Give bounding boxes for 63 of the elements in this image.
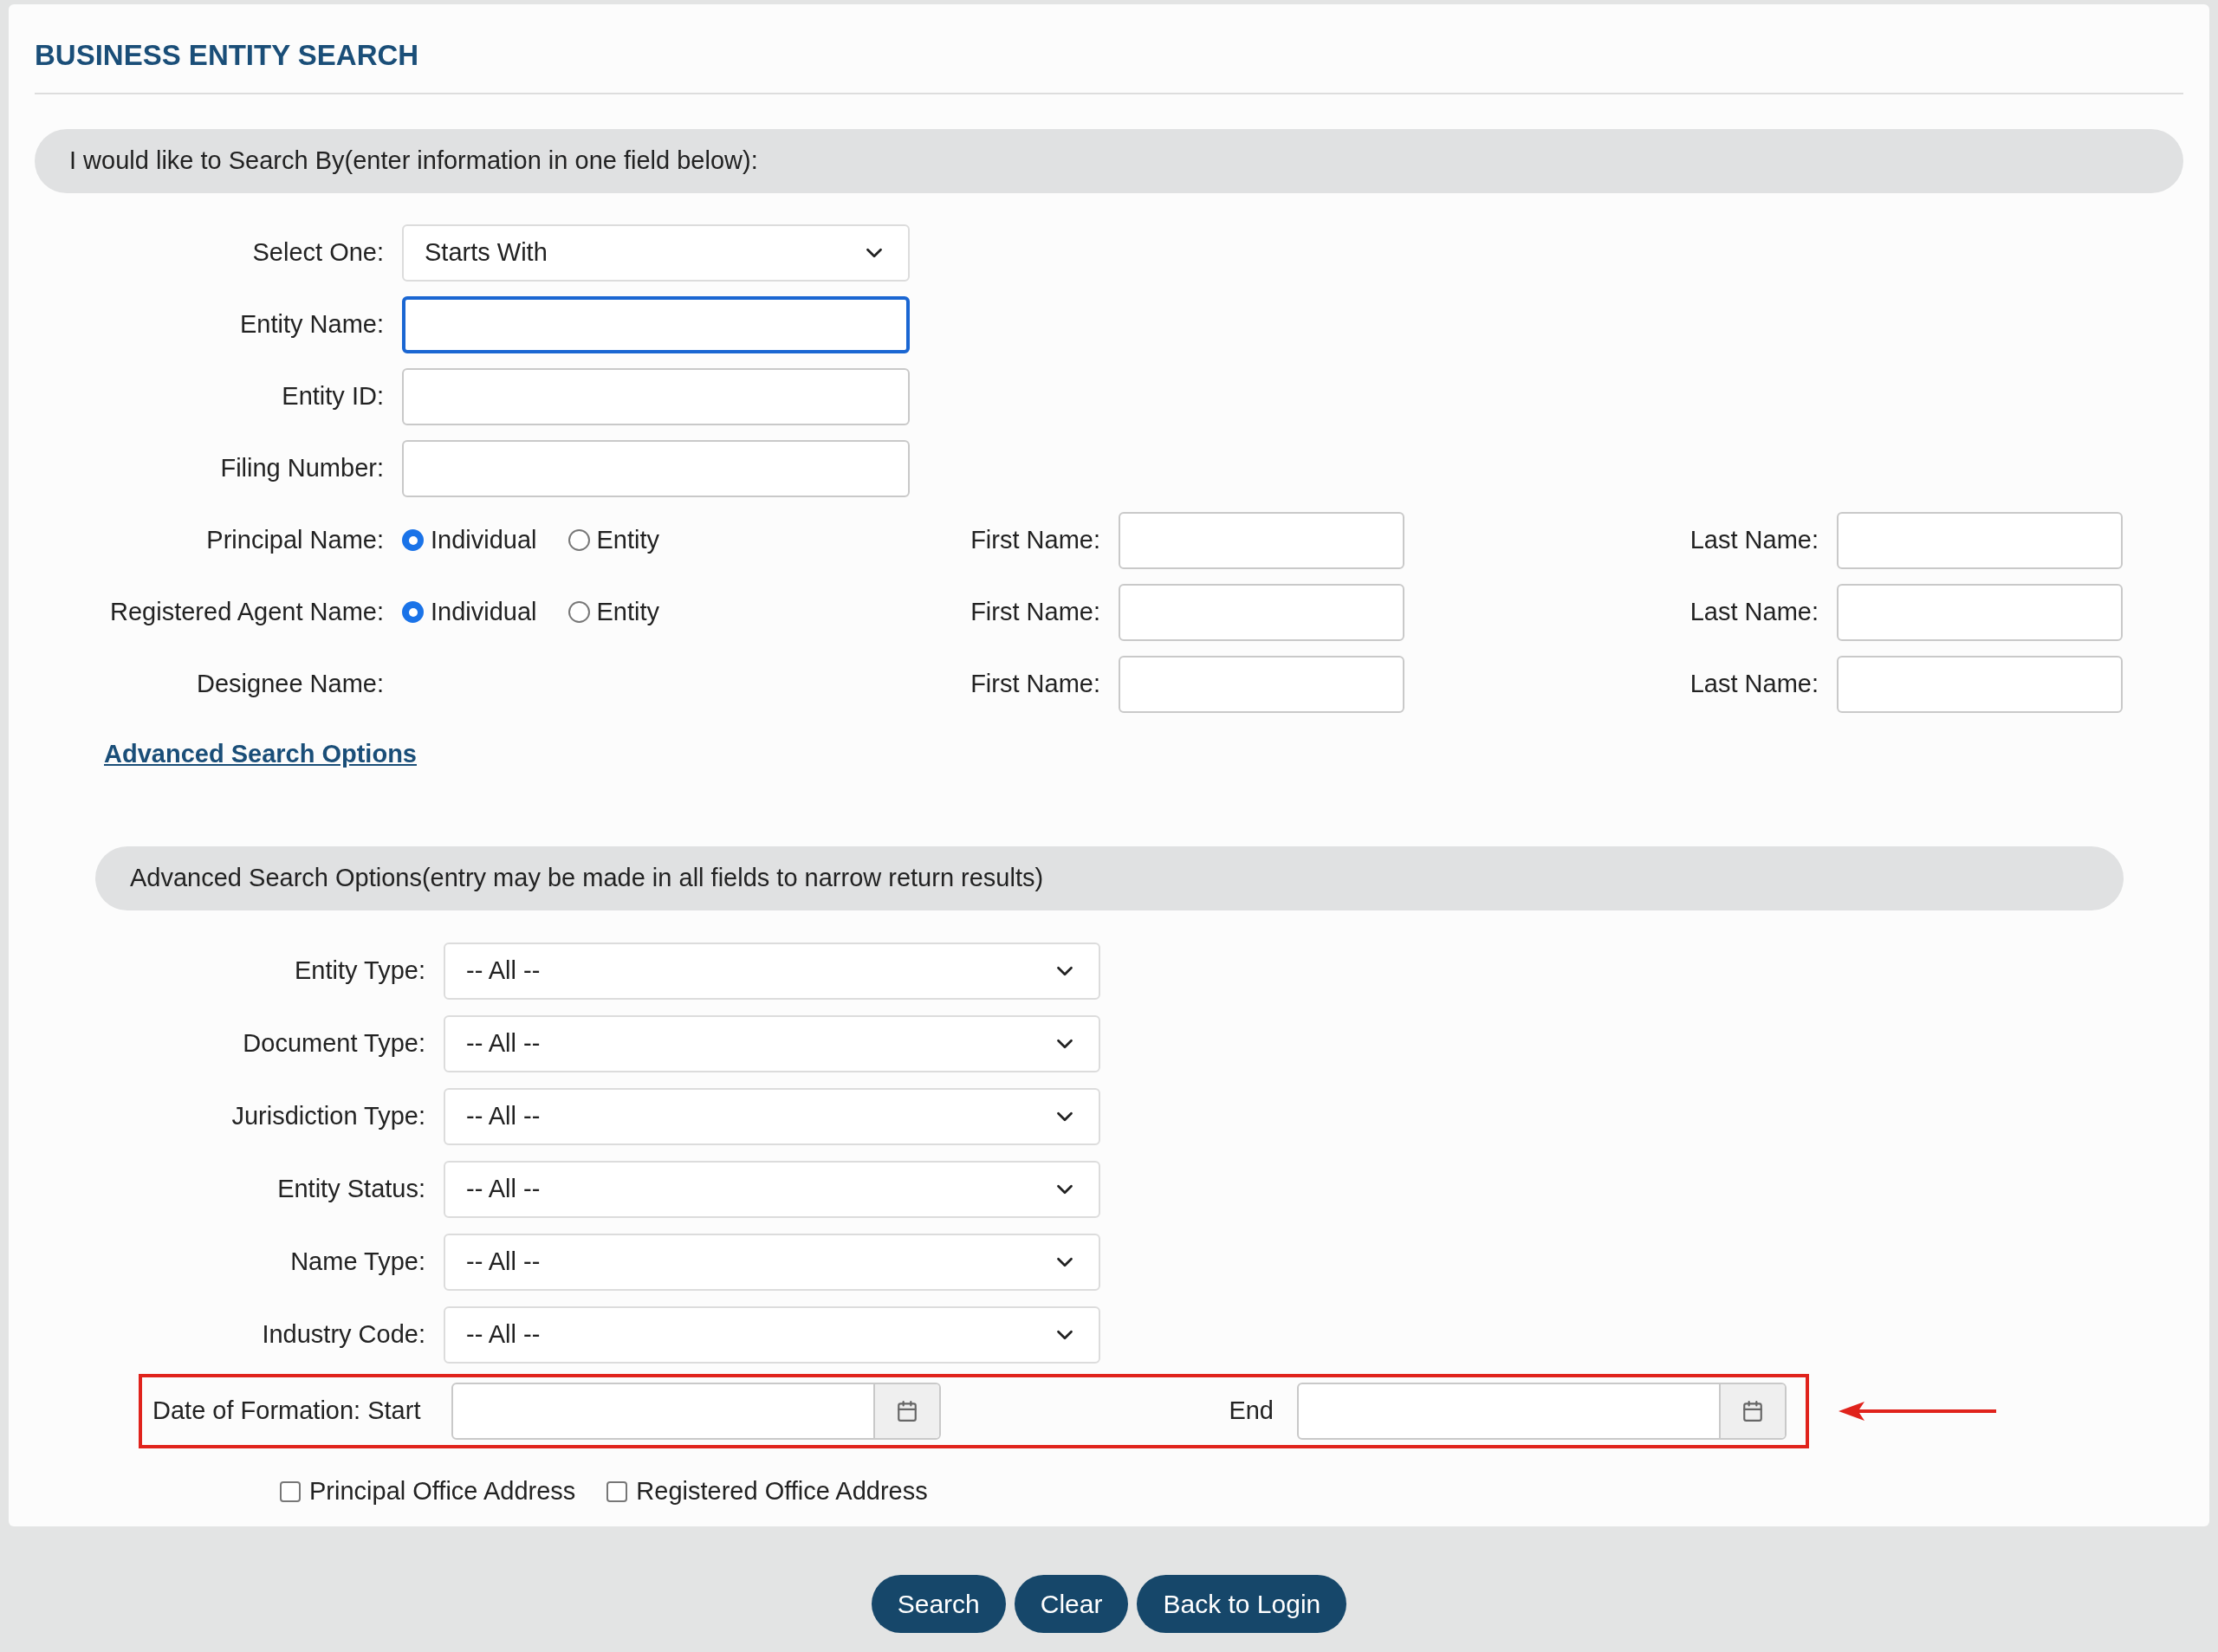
action-button[interactable]: Back to Login xyxy=(1137,1575,1347,1633)
radio-button[interactable] xyxy=(402,529,424,551)
checkbox-label: Principal Office Address xyxy=(309,1476,576,1506)
radio-button[interactable] xyxy=(567,529,590,551)
radio-label: Entity xyxy=(596,596,660,627)
field-label: Last Name: xyxy=(1689,668,1819,699)
field-label: Filing Number: xyxy=(219,452,384,483)
radio-label: Entity xyxy=(596,524,660,555)
section-header: Advanced Search Options(entry may be made in all fields to narrow return results) xyxy=(95,846,2124,910)
last-name-field[interactable] xyxy=(1837,511,2123,569)
field-label: Entity Name: xyxy=(239,308,384,340)
dropdown-select[interactable]: -- All -- xyxy=(444,1234,1100,1291)
field-label: Date of Formation: Start xyxy=(152,1396,422,1427)
field-label: First Name: xyxy=(970,524,1100,555)
calendar-button[interactable] xyxy=(873,1384,939,1438)
checkbox-label: Registered Office Address xyxy=(636,1476,928,1506)
dropdown-select[interactable]: -- All -- xyxy=(444,1161,1100,1218)
advanced-search-link[interactable]: Advanced Search Options xyxy=(104,739,417,768)
radio-label: Individual xyxy=(431,524,537,555)
arrow-icon xyxy=(1839,1401,1996,1422)
checkbox[interactable] xyxy=(606,1480,628,1502)
field-label: Designee Name: xyxy=(196,668,384,699)
field-label: First Name: xyxy=(970,668,1100,699)
calendar-icon xyxy=(896,1400,918,1422)
field-label: Last Name: xyxy=(1689,596,1819,627)
first-name-field[interactable] xyxy=(1119,655,1404,713)
radio-button[interactable] xyxy=(567,601,590,623)
text-field[interactable] xyxy=(402,439,910,497)
radio-button[interactable] xyxy=(402,601,424,623)
field-label: Entity Type: xyxy=(294,956,425,987)
checkbox[interactable] xyxy=(280,1480,301,1502)
last-name-field[interactable] xyxy=(1837,655,2123,713)
date-field[interactable] xyxy=(451,1383,941,1440)
text-field[interactable] xyxy=(402,295,910,353)
page-title: BUSINESS ENTITY SEARCH xyxy=(35,38,420,73)
section-header: I would like to Search By(enter information in one field below): xyxy=(35,128,2183,193)
field-label: Entity ID: xyxy=(281,380,384,411)
field-label: Principal Name: xyxy=(205,524,384,555)
action-button[interactable]: Search xyxy=(871,1575,1006,1633)
dropdown-select[interactable]: -- All -- xyxy=(444,943,1100,1000)
date-field[interactable] xyxy=(1297,1383,1787,1440)
dropdown-select[interactable]: -- All -- xyxy=(444,1306,1100,1364)
radio-label: Individual xyxy=(431,596,537,627)
field-label: Jurisdiction Type: xyxy=(230,1101,425,1132)
field-label: Industry Code: xyxy=(261,1319,425,1351)
dropdown-select[interactable]: Starts With xyxy=(402,224,910,282)
field-label: Name Type: xyxy=(289,1247,425,1278)
field-label: Document Type: xyxy=(242,1028,425,1059)
action-button[interactable]: Clear xyxy=(1014,1575,1129,1633)
first-name-field[interactable] xyxy=(1119,511,1404,569)
field-label: Last Name: xyxy=(1689,524,1819,555)
first-name-field[interactable] xyxy=(1119,583,1404,641)
calendar-icon xyxy=(1741,1400,1764,1422)
field-label: Registered Agent Name: xyxy=(109,596,384,627)
dropdown-select[interactable]: -- All -- xyxy=(444,1088,1100,1145)
calendar-button[interactable] xyxy=(1719,1384,1785,1438)
field-label: First Name: xyxy=(970,596,1100,627)
field-label: Entity Status: xyxy=(276,1174,425,1205)
field-label: End xyxy=(1228,1396,1274,1427)
last-name-field[interactable] xyxy=(1837,583,2123,641)
dropdown-select[interactable]: -- All -- xyxy=(444,1015,1100,1072)
field-label: Select One: xyxy=(251,236,384,268)
text-field[interactable] xyxy=(402,367,910,425)
